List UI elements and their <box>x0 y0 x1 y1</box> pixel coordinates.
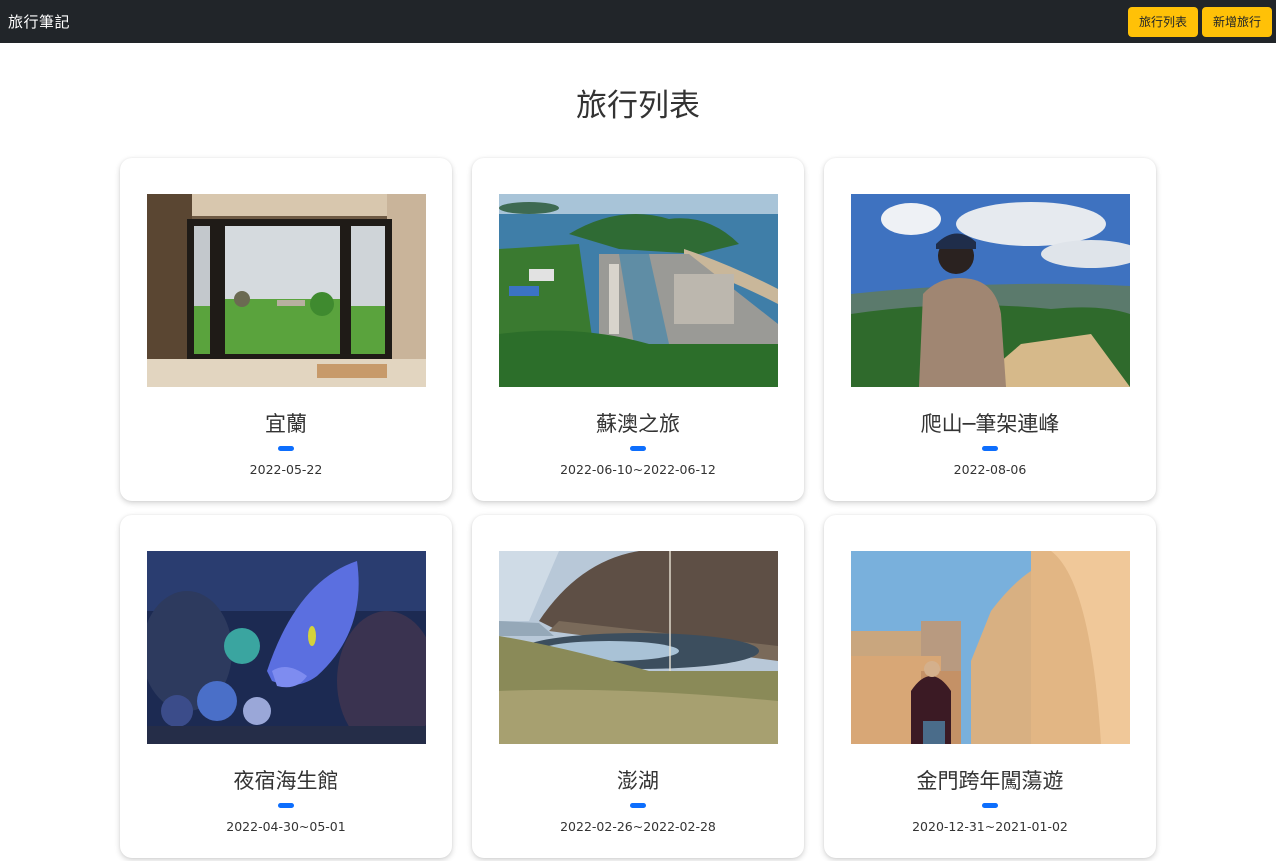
trip-photo[interactable] <box>850 551 1130 744</box>
trip-photo[interactable] <box>498 551 778 744</box>
trip-title: 蘇澳之旅 <box>596 412 680 436</box>
trip-title: 金門跨年闖蕩遊 <box>916 769 1064 793</box>
trip-card[interactable]: 金門跨年闖蕩遊 2020-12-31~2021-01-02 <box>824 515 1156 858</box>
title-underline <box>278 446 294 451</box>
trip-photo[interactable] <box>146 551 426 744</box>
trip-date: 2022-05-22 <box>249 462 323 477</box>
trip-date: 2022-08-06 <box>953 462 1027 477</box>
title-underline <box>278 803 294 808</box>
title-underline <box>630 803 646 808</box>
trip-title: 爬山─筆架連峰 <box>920 412 1060 436</box>
trip-date: 2022-02-26~2022-02-28 <box>560 819 716 834</box>
title-underline <box>982 446 998 451</box>
page-title: 旅行列表 <box>576 88 700 124</box>
trip-date: 2022-04-30~05-01 <box>226 819 346 834</box>
trip-card[interactable]: 夜宿海生館 2022-04-30~05-01 <box>120 515 452 858</box>
trip-photo[interactable] <box>498 194 778 387</box>
trip-title: 宜蘭 <box>265 412 307 436</box>
trip-card[interactable]: 澎湖 2022-02-26~2022-02-28 <box>472 515 804 858</box>
trip-card[interactable]: 蘇澳之旅 2022-06-10~2022-06-12 <box>472 158 804 501</box>
top-navbar: 旅行筆記 旅行列表 新增旅行 <box>0 0 1276 43</box>
trip-card[interactable]: 宜蘭 2022-05-22 <box>120 158 452 501</box>
trip-title: 夜宿海生館 <box>233 769 339 793</box>
title-underline <box>630 446 646 451</box>
add-trip-button[interactable]: 新增旅行 <box>1201 6 1272 37</box>
title-underline <box>982 803 998 808</box>
trip-card[interactable]: 爬山─筆架連峰 2022-08-06 <box>824 158 1156 501</box>
trip-date: 2020-12-31~2021-01-02 <box>912 819 1068 834</box>
trip-date: 2022-06-10~2022-06-12 <box>560 462 716 477</box>
trip-photo[interactable] <box>146 194 426 387</box>
trip-list-button[interactable]: 旅行列表 <box>1127 6 1198 37</box>
brand-logo[interactable]: 旅行筆記 <box>8 11 70 32</box>
trip-photo[interactable] <box>850 194 1130 387</box>
trip-title: 澎湖 <box>617 769 659 793</box>
nav-actions: 旅行列表 新增旅行 <box>1127 6 1272 37</box>
trip-grid: 宜蘭 2022-05-22 蘇澳之旅 2022-06-10~2022-06-12… <box>120 158 1156 858</box>
